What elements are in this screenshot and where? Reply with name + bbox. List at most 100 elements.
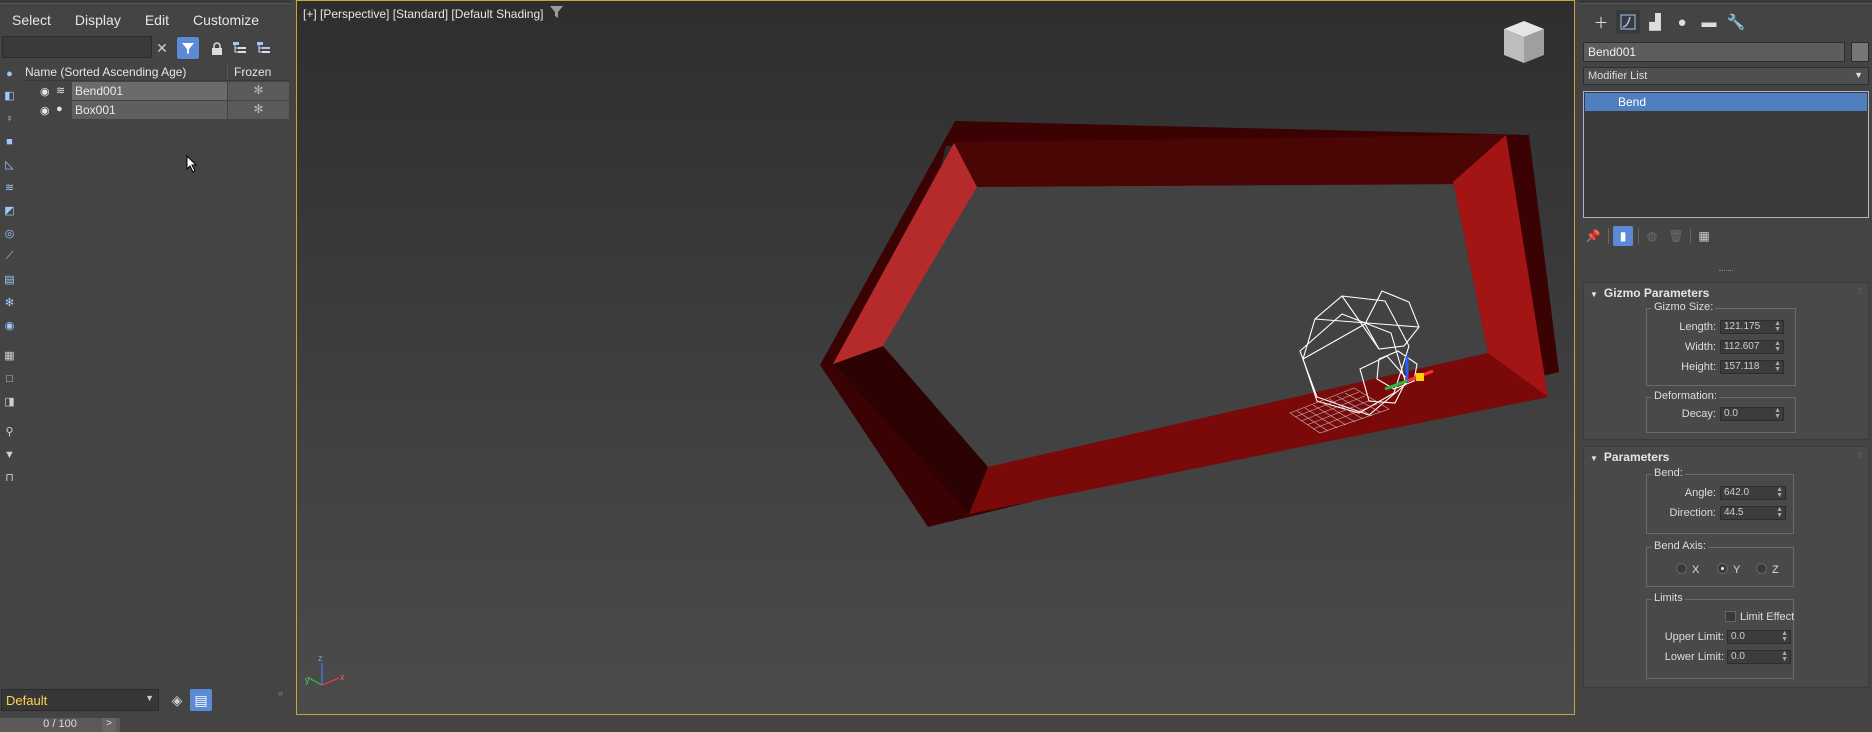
bones-filter-icon[interactable]: ⟋ [1,248,18,265]
spinner-arrows-icon[interactable]: ▲ ▼ [1781,650,1788,663]
viewcube-icon[interactable] [1502,19,1546,70]
panel-drag-strip[interactable] [0,0,292,4]
xrefs-filter-icon[interactable]: ◎ [1,225,18,242]
row-name[interactable]: Bend001 [72,82,227,100]
spinner-arrows-icon[interactable]: ▲ ▼ [1774,407,1781,420]
frozen-column-header[interactable]: Frozen [228,63,288,80]
cameras-filter-icon[interactable]: ■ [1,133,18,150]
snowflake-icon[interactable]: ✻ [227,82,289,100]
modifier-list-dropdown[interactable]: Modifier List ▼ [1583,67,1869,85]
layer-view-icon[interactable] [253,37,275,59]
layer-name: Default [6,693,48,708]
motion-icon[interactable]: ● [1670,10,1694,34]
spinner-arrows-icon[interactable]: ▲ ▼ [1774,320,1781,333]
width-spinner[interactable]: 112.607 ▲ ▼ [1720,340,1784,354]
lock-icon[interactable] [206,37,228,59]
object-color-swatch[interactable] [1851,42,1869,62]
hierarchy-view-icon[interactable] [229,37,251,59]
clear-search-icon[interactable]: ✕ [151,37,173,59]
groups-filter-icon[interactable]: ◩ [1,202,18,219]
visibility-eye-icon[interactable]: ◉ [40,85,50,98]
upper-limit-spinner[interactable]: 0.0 ▲ ▼ [1727,630,1791,644]
spacewarps-filter-icon[interactable]: ≋ [1,179,18,196]
modifier-list-label: Modifier List [1588,70,1648,82]
limits-label: Limits [1652,592,1685,604]
spinner-arrows-icon[interactable]: ▲ ▼ [1781,630,1788,643]
menu-customize[interactable]: Customize [181,8,271,32]
visibility-eye-icon[interactable]: ◉ [40,104,50,117]
invert-filter-icon[interactable]: ◨ [1,393,18,410]
panel-drag-strip[interactable] [1579,0,1872,4]
limit-effect-checkbox[interactable] [1725,611,1736,622]
viewport-filter-icon[interactable] [550,6,563,21]
display-icon[interactable]: ▬ [1697,10,1721,34]
bend-label: Bend: [1652,467,1685,479]
svg-text:x: x [340,672,345,682]
time-next-button[interactable]: > [102,718,116,732]
spinner-arrows-icon[interactable]: ▲ ▼ [1774,360,1781,373]
hierarchy-icon[interactable]: ▟ [1643,10,1667,34]
spinner-arrows-icon[interactable]: ▲ ▼ [1776,486,1783,499]
perspective-viewport[interactable]: z x y [+] [Perspective] [Standard] [Defa… [296,0,1575,715]
lower-limit-spinner[interactable]: 0.0 ▲ ▼ [1727,650,1791,664]
menu-edit[interactable]: Edit [133,8,181,32]
hidden-filter-icon[interactable]: ◉ [1,317,18,334]
axis-z-radio[interactable] [1756,563,1767,574]
expand-icon[interactable]: » [278,688,283,698]
geometry-filter-icon[interactable]: ● [1,65,18,82]
helpers-filter-icon[interactable]: ◺ [1,156,18,173]
stack-item-bend[interactable]: Bend [1585,93,1867,111]
box001-mesh[interactable] [820,121,1559,527]
menu-display[interactable]: Display [63,8,133,32]
menu-select[interactable]: Select [0,8,63,32]
spinner-arrows-icon[interactable]: ▲ ▼ [1776,506,1783,519]
modify-icon[interactable] [1616,10,1640,34]
configure-sets-icon[interactable]: ▦ [1694,226,1714,246]
funnel-icon[interactable]: ▼ [1,446,18,463]
gizmo-rollout-title[interactable]: ▼ Gizmo Parameters [1590,286,1709,300]
row-name[interactable]: Box001 [72,101,227,119]
object-name-field[interactable]: Bend001 [1583,42,1845,62]
filter-toggle-icon[interactable] [177,37,199,59]
shapes-filter-icon[interactable]: ◧ [1,87,18,104]
height-spinner[interactable]: 157.118 ▲ ▼ [1720,360,1784,374]
length-spinner[interactable]: 121.175 ▲ ▼ [1720,320,1784,334]
containers-filter-icon[interactable]: ▤ [1,271,18,288]
decay-spinner[interactable]: 0.0 ▲ ▼ [1720,407,1784,421]
lights-filter-icon[interactable]: ♀ [1,110,18,127]
explorer-menubar: Select Display Edit Customize [0,8,271,32]
layer-bar: Default ▼ ◈ ▤ » [0,688,292,712]
rollout-grip-icon[interactable]: ⁞⁞ [1858,451,1862,460]
make-unique-icon[interactable]: ◍ [1642,226,1662,246]
remove-modifier-icon[interactable]: 🗑 [1666,226,1686,246]
create-icon[interactable]: ＋ [1589,10,1613,34]
axis-x-radio[interactable] [1676,563,1687,574]
parameters-rollout-title[interactable]: ▼ Parameters [1590,450,1669,464]
layer-manager-icon[interactable]: ▤ [190,689,212,711]
layer-dropdown[interactable]: Default ▼ [1,689,159,711]
utilities-icon[interactable]: 🔧 [1724,10,1748,34]
angle-spinner[interactable]: 642.0 ▲ ▼ [1720,486,1786,500]
table-row[interactable]: ◉ ≋ Bend001 ✻ [22,82,290,100]
show-end-result-icon[interactable]: ▮ [1613,226,1633,246]
panel-splitter[interactable] [1719,270,1733,273]
direction-spinner[interactable]: 44.5 ▲ ▼ [1720,506,1786,520]
mouse-cursor-icon [186,155,198,173]
axis-y-radio[interactable] [1717,563,1728,574]
rollout-grip-icon[interactable]: ⁞⁞ [1858,287,1862,296]
search-input[interactable] [2,36,152,58]
frozen-filter-icon[interactable]: ✻ [1,294,18,311]
width-label: Width: [1684,341,1716,353]
explorer-filter-iconbar: ● ◧ ♀ ■ ◺ ≋ ◩ ◎ ⟋ ▤ ✻ ◉ ▦ □ ◨ ⚲ ▼ ⊓ [0,64,20,486]
pin-icon[interactable]: 📌 [1583,226,1603,246]
viewport-label-menu[interactable]: [+] [Perspective] [Standard] [Default Sh… [303,7,543,21]
spinner-arrows-icon[interactable]: ▲ ▼ [1774,340,1781,353]
layers-icon[interactable]: ◈ [166,689,188,711]
filter-options-icon[interactable]: ⚲ [1,423,18,440]
selection-set-icon[interactable]: ⊓ [1,469,18,486]
name-column-header[interactable]: Name (Sorted Ascending Age) [22,63,228,80]
snowflake-icon[interactable]: ✻ [227,101,289,119]
none-filter-icon[interactable]: □ [1,370,18,387]
table-row[interactable]: ◉ ● Box001 ✻ [22,101,290,119]
all-filter-icon[interactable]: ▦ [1,347,18,364]
